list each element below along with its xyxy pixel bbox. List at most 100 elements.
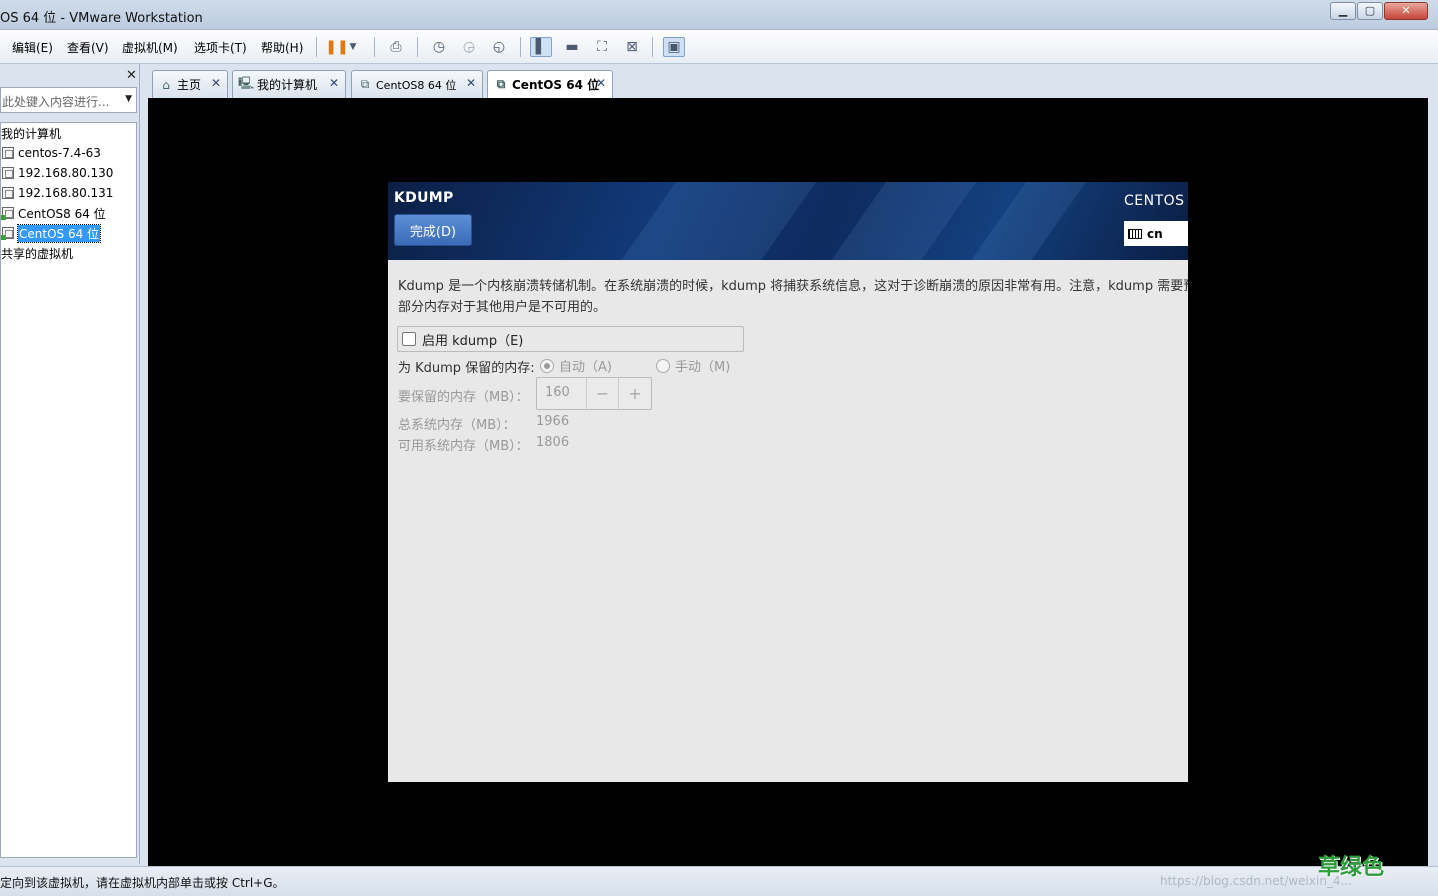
tree-item-vm[interactable]: 192.168.80.130 (1, 164, 113, 182)
tree-item-vm[interactable]: centos-7.4-63 (1, 144, 101, 162)
memory-stepper[interactable]: 160 − + (536, 377, 652, 410)
close-icon[interactable]: ✕ (596, 76, 606, 90)
checkbox-icon[interactable] (402, 332, 416, 346)
anaconda-kdump-spoke: KDUMP 完成(D) CENTOS cn Kdump 是一个内核崩溃转储机制。… (388, 182, 1188, 782)
vm-icon: ⧉ (360, 77, 370, 91)
tab-bar: ⌂ 主页 ✕ 🖳 我的计算机 ✕ ⧉ CentOS8 64 位 ✕ ⧉ Cent… (148, 64, 1428, 98)
menu-edit[interactable]: 编辑(E) (12, 39, 53, 56)
done-button[interactable]: 完成(D) (394, 214, 472, 246)
tab-label: 主页 (177, 78, 202, 92)
close-window-button[interactable]: ✕ (1384, 2, 1428, 20)
total-memory-value: 1966 (536, 414, 570, 429)
radio-auto[interactable]: 自动（A) (540, 356, 612, 375)
toolbar-separator (652, 37, 653, 57)
tree-label: 192.168.80.130 (18, 166, 114, 180)
toolbar-separator (374, 37, 375, 57)
reserve-memory-label: 为 Kdump 保留的内存: (398, 361, 535, 376)
status-bar: 定向到该虚拟机，请在虚拟机内部单击或按 Ctrl+G。 https://blog… (0, 855, 1438, 896)
menu-toolbar: 编辑(E) 查看(V) 虚拟机(M) 选项卡(T) 帮助(H) ❚❚ ▼ ⎙ ◷… (0, 30, 1438, 64)
tree-root-my-computer[interactable]: 我的计算机 (1, 124, 61, 142)
tab-my-computer[interactable]: 🖳 我的计算机 ✕ (232, 70, 346, 98)
tree-label: CentOS 64 位 (16, 223, 102, 243)
keyboard-layout-label: cn (1147, 226, 1163, 241)
tree-label: centos-7.4-63 (18, 146, 101, 160)
radio-label: 手动（M) (675, 360, 731, 375)
snapshot-revert-icon[interactable]: ◶ (458, 37, 480, 57)
usable-memory-label: 可用系统内存（MB）： (398, 439, 529, 454)
title-bar: OS 64 位 - VMware Workstation ▁ ▢ ✕ (0, 0, 1438, 30)
unity-icon[interactable]: ⊠ (621, 37, 643, 57)
chevron-down-icon[interactable]: ▼ (125, 94, 132, 104)
keyboard-icon (1128, 228, 1142, 239)
tree-label: 我的计算机 (1, 126, 62, 141)
menu-help[interactable]: 帮助(H) (261, 39, 303, 56)
show-library-icon[interactable]: ▌ (530, 37, 552, 57)
header-decoration (605, 182, 831, 260)
tree-item-vm[interactable]: 192.168.80.131 (1, 184, 113, 202)
tree-shared-vms[interactable]: 共享的虚拟机 (1, 244, 73, 262)
enable-kdump-checkbox[interactable]: 启用 kdump（E) (397, 326, 744, 352)
search-placeholder: 此处键入内容进行... (2, 95, 110, 109)
chevron-down-icon[interactable]: ▼ (346, 37, 360, 57)
snapshot-manager-icon[interactable]: ◵ (488, 37, 510, 57)
console-view-icon[interactable]: ▣ (663, 37, 685, 57)
vm-icon (2, 167, 14, 179)
memory-value-input[interactable]: 160 (537, 378, 587, 409)
product-name: CENTOS (1124, 193, 1185, 209)
library-tree: 我的计算机 centos-7.4-63 192.168.80.130 192.1… (0, 122, 137, 858)
toolbar-separator (520, 37, 521, 57)
vmware-window: OS 64 位 - VMware Workstation ▁ ▢ ✕ 编辑(E)… (0, 0, 1438, 896)
tab-home[interactable]: ⌂ 主页 ✕ (152, 70, 228, 98)
tab-centos-active[interactable]: ⧉ CentOS 64 位 ✕ (487, 70, 613, 98)
radio-checked-icon (540, 358, 554, 373)
vm-running-icon (1, 207, 14, 220)
description-line: 部分内存对于其他用户是不可用的。 (398, 300, 607, 315)
close-icon[interactable]: ✕ (329, 76, 339, 90)
window-title: OS 64 位 - VMware Workstation (0, 11, 203, 26)
pause-icon[interactable]: ❚❚ (325, 37, 348, 57)
tree-item-vm[interactable]: CentOS8 64 位 (1, 204, 106, 222)
vm-running-icon (1, 227, 14, 240)
enable-kdump-label: 启用 kdump（E) (422, 333, 524, 349)
increment-button[interactable]: + (619, 378, 651, 409)
menu-view[interactable]: 查看(V) (67, 39, 109, 56)
toolbar-separator (316, 37, 317, 57)
radio-manual[interactable]: 手动（M) (656, 356, 730, 375)
header-decoration (955, 182, 1101, 260)
snapshot-take-icon[interactable]: ◷ (428, 37, 450, 57)
send-ctrl-alt-del-icon[interactable]: ⎙ (385, 37, 407, 57)
description-line: Kdump 是一个内核崩溃转储机制。在系统崩溃的时候，kdump 将捕获系统信息… (398, 279, 1188, 294)
radio-label: 自动（A) (559, 360, 612, 375)
computer-icon: 🖳 (238, 76, 255, 90)
decrement-button[interactable]: − (587, 378, 619, 409)
library-search-input[interactable]: 此处键入内容进行... ▼ (0, 87, 137, 113)
minimize-button[interactable]: ▁ (1330, 2, 1356, 20)
tab-label: CentOS 64 位 (512, 78, 600, 92)
header-decoration (815, 182, 991, 260)
tab-centos8[interactable]: ⧉ CentOS8 64 位 ✕ (351, 70, 483, 98)
vm-icon: ⧉ (496, 77, 506, 91)
radio-unchecked-icon (656, 358, 670, 373)
spoke-title: KDUMP (394, 190, 454, 206)
tab-label: 我的计算机 (257, 78, 318, 92)
vm-icon (2, 187, 14, 199)
spoke-header: KDUMP 完成(D) CENTOS cn (388, 182, 1188, 260)
fullscreen-icon[interactable]: ⛶ (591, 37, 613, 57)
library-panel: ✕ 此处键入内容进行... ▼ 我的计算机 centos-7.4-63 192.… (0, 64, 140, 864)
menu-vm[interactable]: 虚拟机(M) (122, 39, 178, 56)
vm-console[interactable]: KDUMP 完成(D) CENTOS cn Kdump 是一个内核崩溃转储机制。… (148, 98, 1428, 866)
maximize-button[interactable]: ▢ (1357, 2, 1383, 20)
keyboard-layout-indicator[interactable]: cn (1124, 221, 1188, 246)
thumbnail-bar-icon[interactable]: ▬ (561, 37, 583, 57)
close-icon[interactable]: ✕ (466, 76, 476, 90)
close-icon[interactable]: ✕ (211, 76, 221, 90)
close-icon[interactable]: ✕ (126, 68, 137, 83)
tree-item-vm-selected[interactable]: CentOS 64 位 (1, 223, 102, 243)
menu-tabs[interactable]: 选项卡(T) (194, 39, 247, 56)
tree-label: 共享的虚拟机 (1, 246, 74, 261)
status-text: 定向到该虚拟机，请在虚拟机内部单击或按 Ctrl+G。 (0, 876, 285, 890)
usable-memory-value: 1806 (536, 435, 570, 450)
watermark-logo: 草绿色 (1318, 855, 1385, 880)
home-icon: ⌂ (162, 77, 170, 92)
vm-icon (2, 147, 14, 159)
